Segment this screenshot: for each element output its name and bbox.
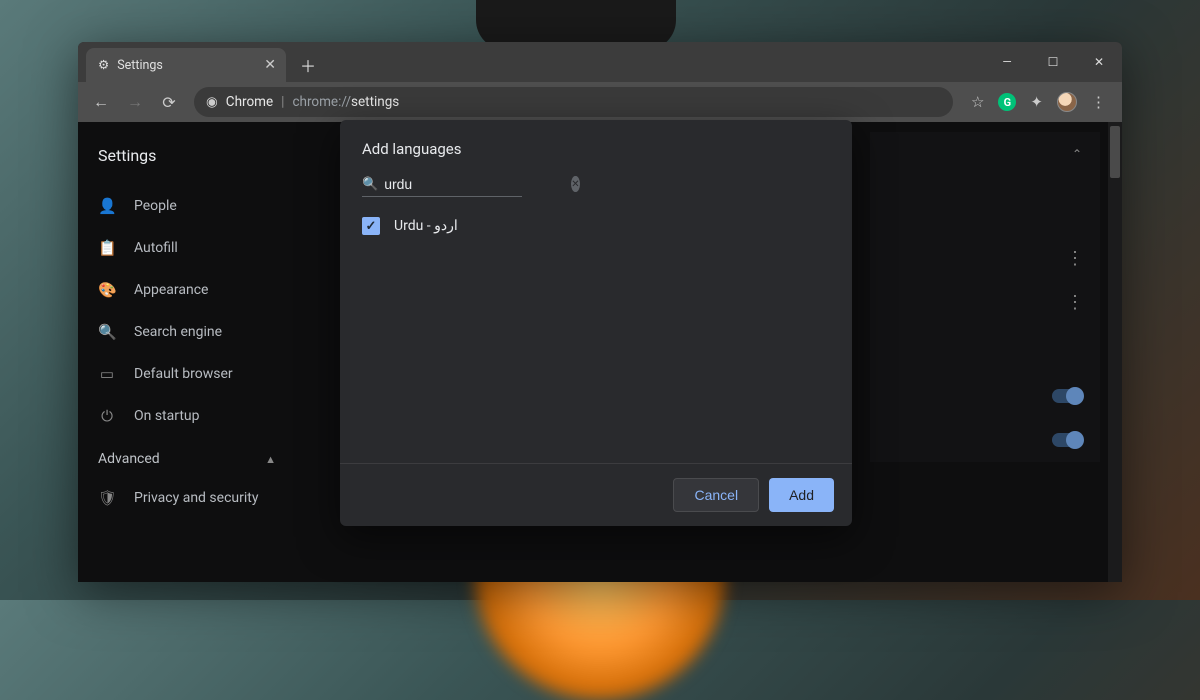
sidebar-item-label: People [134,198,177,214]
omnibox-path-dim: chrome:// [292,94,351,110]
search-icon: 🔍 [98,323,116,341]
cancel-button[interactable]: Cancel [673,478,759,512]
language-settings-panel: ⌃ ⋮ ⋮ [870,132,1100,462]
close-tab-icon[interactable]: ✕ [264,57,276,73]
sidebar-item-people[interactable]: 👤 People [78,185,296,227]
palette-icon: 🎨 [98,281,116,299]
language-item-menu[interactable]: ⋮ [870,236,1100,280]
back-button[interactable]: ← [86,87,116,117]
dialog-title: Add languages [340,120,852,166]
more-vert-icon: ⋮ [1066,248,1082,269]
sidebar-item-privacy-security[interactable]: 🛡 Privacy and security [78,477,296,519]
advanced-section-toggle[interactable]: Advanced ▲ [78,437,296,477]
omnibox-pill: Chrome [226,94,273,110]
extensions-icon[interactable]: ✦ [1030,93,1043,111]
language-option[interactable]: ✓ Urdu - اردو [362,207,830,245]
language-item-menu[interactable]: ⋮ [870,280,1100,324]
search-icon: 🔍 [362,177,378,192]
language-expand-row[interactable]: ⌃ [870,132,1100,176]
checkbox-checked-icon[interactable]: ✓ [362,217,380,235]
grammarly-extension-icon[interactable]: G [998,93,1016,111]
gear-icon: ⚙ [98,57,109,73]
sidebar-item-on-startup[interactable]: ⏻ On startup [78,395,296,437]
sidebar-item-label: Default browser [134,366,233,382]
sidebar-item-label: Appearance [134,282,208,298]
kebab-menu-icon[interactable]: ⋮ [1091,93,1106,111]
close-window-button[interactable]: ✕ [1076,42,1122,82]
sidebar-item-default-browser[interactable]: ▭ Default browser [78,353,296,395]
minimize-button[interactable]: — [984,42,1030,82]
omnibox-path-light: settings [351,94,399,110]
language-toggle-row[interactable] [870,374,1100,418]
chrome-icon: ◉ [206,94,218,110]
chevron-up-icon: ⌃ [1072,147,1082,161]
clipboard-icon: 📋 [98,239,116,257]
main-scrollbar[interactable] [1108,122,1122,582]
browser-tab[interactable]: ⚙ Settings ✕ [86,48,286,82]
tab-title: Settings [117,58,163,73]
window-controls: — ☐ ✕ [984,42,1122,82]
sidebar-item-label: Autofill [134,240,178,256]
sidebar-item-label: Privacy and security [134,490,258,506]
advanced-label: Advanced [98,451,160,467]
language-search-field[interactable]: 🔍 ✕ [362,172,522,197]
add-button[interactable]: Add [769,478,834,512]
omnibox[interactable]: ◉ Chrome | chrome://settings [194,87,953,117]
sidebar-item-search-engine[interactable]: 🔍 Search engine [78,311,296,353]
toggle-switch[interactable] [1052,433,1082,447]
new-tab-button[interactable]: ＋ [286,48,330,82]
sidebar-item-label: On startup [134,408,200,424]
maximize-button[interactable]: ☐ [1030,42,1076,82]
browser-icon: ▭ [98,365,116,383]
toolbar-right: ☆ G ✦ ⋮ [963,92,1114,112]
chevron-up-icon: ▲ [265,453,276,466]
omnibox-separator: | [281,94,284,110]
language-search-input[interactable] [384,176,565,192]
power-icon: ⏻ [98,407,116,425]
titlebar: ⚙ Settings ✕ ＋ — ☐ ✕ [78,42,1122,82]
add-languages-dialog: Add languages 🔍 ✕ ✓ Urdu - اردو Cancel A… [340,120,852,526]
language-toggle-row[interactable] [870,418,1100,462]
dialog-footer: Cancel Add [340,463,852,526]
clear-search-icon[interactable]: ✕ [571,176,579,192]
sidebar-item-autofill[interactable]: 📋 Autofill [78,227,296,269]
profile-avatar[interactable] [1057,92,1077,112]
sidebar-item-label: Search engine [134,324,222,340]
language-option-label: Urdu - اردو [394,218,458,234]
language-results-list: ✓ Urdu - اردو [340,197,852,463]
sidebar-item-appearance[interactable]: 🎨 Appearance [78,269,296,311]
reload-button[interactable]: ⟳ [154,87,184,117]
toolbar: ← → ⟳ ◉ Chrome | chrome://settings ☆ G ✦… [78,82,1122,122]
toggle-switch[interactable] [1052,389,1082,403]
more-vert-icon: ⋮ [1066,292,1082,313]
settings-heading: Settings [78,132,296,185]
settings-sidebar: Settings 👤 People 📋 Autofill 🎨 Appearance 🔍… [78,122,296,582]
bookmark-star-icon[interactable]: ☆ [971,93,984,111]
forward-button[interactable]: → [120,87,150,117]
shield-icon: 🛡 [98,489,116,507]
person-icon: 👤 [98,197,116,215]
